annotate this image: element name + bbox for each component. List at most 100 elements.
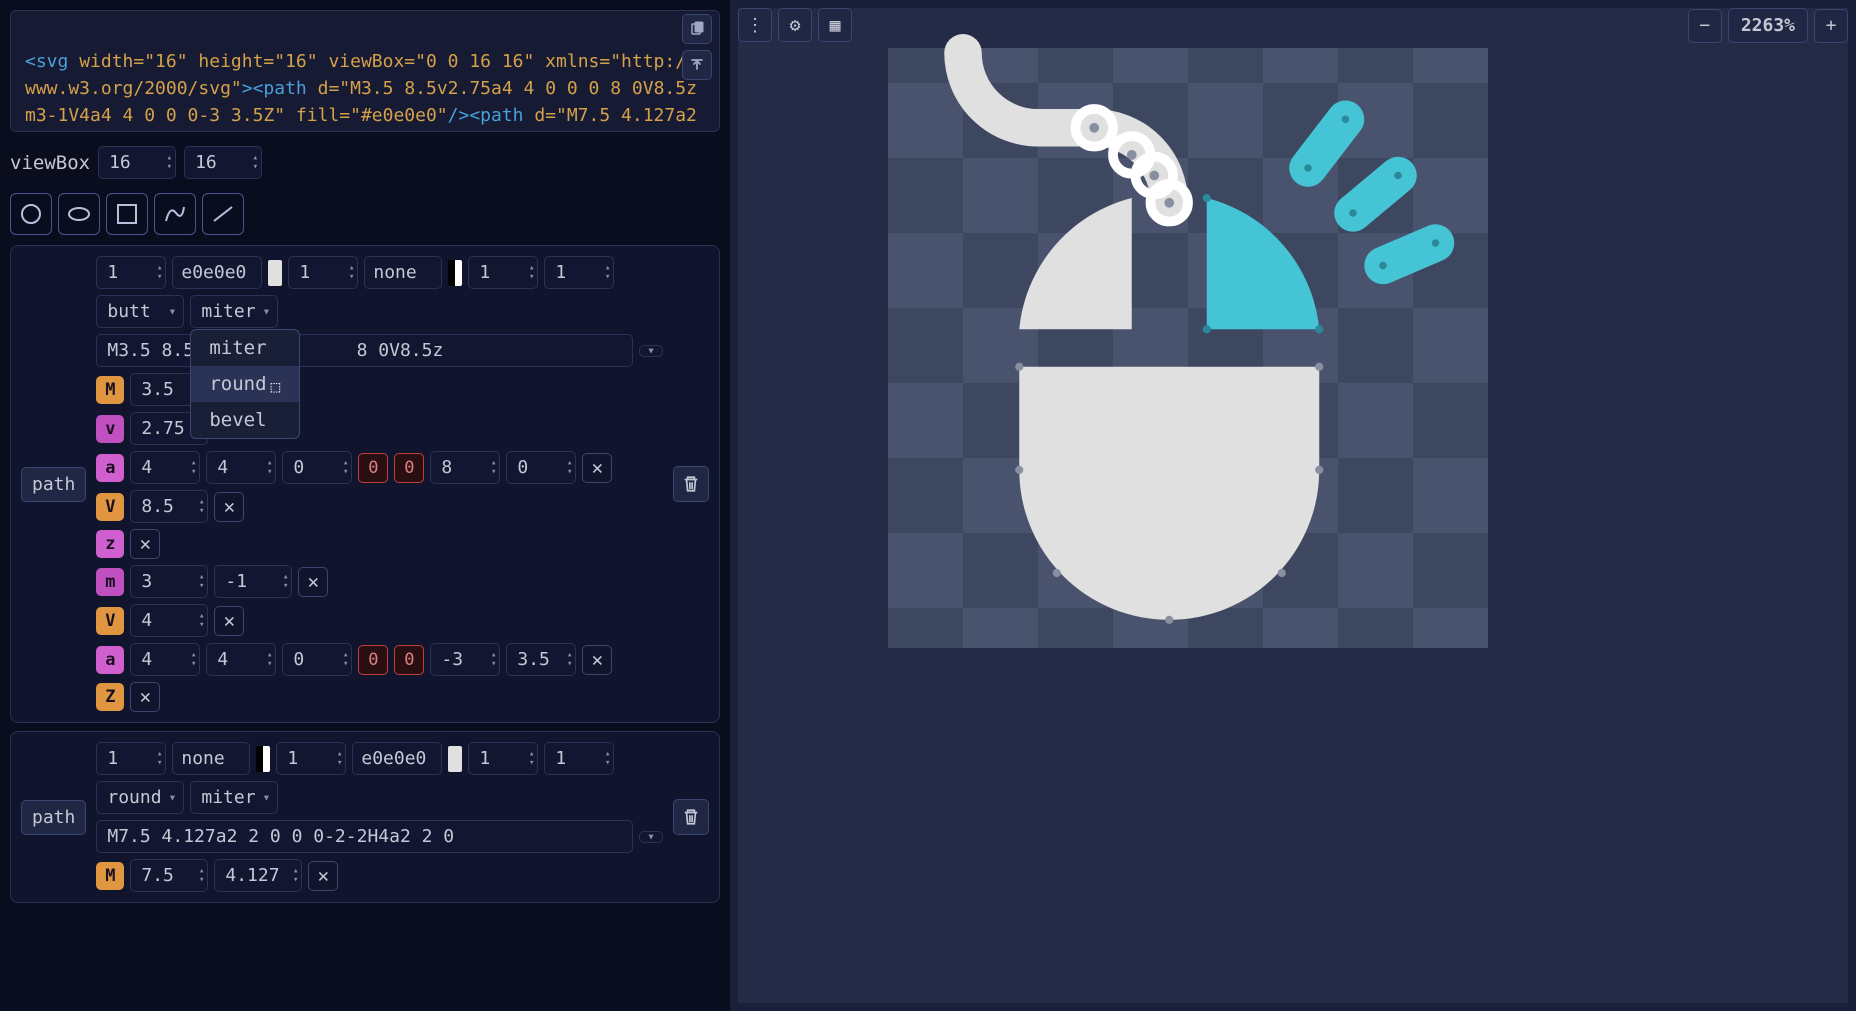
cmd-arg-input[interactable] bbox=[282, 451, 352, 484]
stroke-width-input[interactable] bbox=[468, 256, 538, 289]
path-d-preview[interactable]: M7.5 4.127a2 2 0 0 0-2-2H4a2 2 0 bbox=[96, 820, 633, 853]
cmd-arg-input[interactable] bbox=[130, 643, 200, 676]
stroke-swatch[interactable] bbox=[448, 746, 462, 772]
cmd-arg-input[interactable] bbox=[130, 451, 200, 484]
cmd-letter[interactable]: M bbox=[96, 862, 124, 890]
cmd-letter[interactable]: a bbox=[96, 646, 124, 674]
cmd-arg-input[interactable] bbox=[130, 604, 208, 637]
cmd-arg-input[interactable] bbox=[214, 859, 302, 892]
cmd-arg-input[interactable] bbox=[206, 643, 276, 676]
copy-button[interactable] bbox=[682, 14, 712, 44]
path-editor-scroll[interactable]: path ▴▾ ▴▾ ▴▾ ▴▾ butt miter bbox=[0, 245, 730, 1011]
viewbox-height-input[interactable] bbox=[184, 146, 262, 179]
stroke-color-input[interactable] bbox=[352, 742, 442, 775]
dropdown-option-miter[interactable]: miter bbox=[191, 330, 299, 366]
circle-tool[interactable] bbox=[10, 193, 52, 235]
delete-command-button[interactable]: ✕ bbox=[298, 567, 328, 597]
dropdown-option-round[interactable]: round⬚ bbox=[191, 366, 299, 402]
cmd-arg-input[interactable] bbox=[214, 565, 292, 598]
spinner-icon[interactable]: ▴▾ bbox=[167, 148, 172, 177]
delete-command-button[interactable]: ✕ bbox=[130, 529, 160, 559]
zoom-level[interactable]: 2263% bbox=[1728, 8, 1808, 43]
cmd-arg-input[interactable] bbox=[130, 565, 208, 598]
path-block: path ▴▾ ▴▾ ▴▾ ▴▾ butt miter bbox=[10, 245, 720, 723]
path-block: path ▴▾ ▴▾ ▴▾ ▴▾ round miter M7.5 bbox=[10, 731, 720, 903]
menu-button[interactable]: ⋮ bbox=[738, 8, 772, 42]
path-type-label[interactable]: path bbox=[21, 467, 86, 502]
path-d-collapse[interactable] bbox=[639, 831, 663, 843]
line-icon bbox=[210, 201, 236, 227]
canvas-area[interactable] bbox=[738, 8, 1848, 1003]
trash-icon bbox=[682, 475, 700, 493]
delete-path-button[interactable] bbox=[673, 799, 709, 835]
stroke-color-input[interactable] bbox=[364, 256, 442, 289]
path-d-collapse[interactable] bbox=[639, 345, 663, 357]
cmd-letter[interactable]: v bbox=[96, 415, 124, 443]
delete-command-button[interactable]: ✕ bbox=[130, 682, 160, 712]
cmd-arg-input[interactable] bbox=[282, 643, 352, 676]
path-type-label[interactable]: path bbox=[21, 800, 86, 835]
delete-command-button[interactable]: ✕ bbox=[214, 606, 244, 636]
menu-icon: ⋮ bbox=[746, 15, 764, 36]
viewbox-width-input[interactable] bbox=[98, 146, 176, 179]
cmd-arg-input[interactable] bbox=[130, 490, 208, 523]
ellipse-tool[interactable] bbox=[58, 193, 100, 235]
linejoin-select[interactable]: miter bbox=[190, 781, 278, 814]
cmd-letter[interactable]: V bbox=[96, 493, 124, 521]
opacity-input[interactable] bbox=[96, 256, 166, 289]
stroke-swatch[interactable] bbox=[448, 260, 462, 286]
cmd-letter[interactable]: a bbox=[96, 454, 124, 482]
gear-icon: ⚙ bbox=[790, 15, 801, 36]
arc-flag-button[interactable]: 0 bbox=[358, 645, 388, 675]
linecap-select[interactable]: round bbox=[96, 781, 184, 814]
fill-color-input[interactable] bbox=[172, 742, 250, 775]
fill-opacity-input[interactable] bbox=[276, 742, 346, 775]
opacity-input[interactable] bbox=[96, 742, 166, 775]
shape-tool-row bbox=[0, 193, 730, 245]
settings-button[interactable]: ⚙ bbox=[778, 8, 812, 42]
cmd-letter[interactable]: Z bbox=[96, 683, 124, 711]
delete-command-button[interactable]: ✕ bbox=[308, 861, 338, 891]
stroke-width-input[interactable] bbox=[468, 742, 538, 775]
path-d-preview[interactable]: M3.5 8.5v2_____________8 0V8.5z bbox=[96, 334, 633, 367]
cmd-arg-input[interactable] bbox=[430, 643, 500, 676]
cmd-arg-input[interactable] bbox=[506, 643, 576, 676]
cmd-letter[interactable]: z bbox=[96, 530, 124, 558]
cmd-arg-input[interactable] bbox=[430, 451, 500, 484]
linejoin-select[interactable]: miter bbox=[190, 295, 278, 328]
zoom-in-button[interactable]: + bbox=[1814, 9, 1848, 43]
svg-source-code[interactable]: <svg width="16" height="16" viewBox="0 0… bbox=[10, 10, 720, 132]
cmd-arg-input[interactable] bbox=[506, 451, 576, 484]
copy-icon bbox=[689, 21, 705, 37]
line-tool[interactable] bbox=[202, 193, 244, 235]
cmd-letter[interactable]: M bbox=[96, 376, 124, 404]
fill-color-input[interactable] bbox=[172, 256, 262, 289]
ellipse-icon bbox=[66, 201, 92, 227]
linecap-select[interactable]: butt bbox=[96, 295, 184, 328]
delete-command-button[interactable]: ✕ bbox=[214, 492, 244, 522]
curve-tool[interactable] bbox=[154, 193, 196, 235]
rect-tool[interactable] bbox=[106, 193, 148, 235]
delete-command-button[interactable]: ✕ bbox=[582, 453, 612, 483]
fill-swatch[interactable] bbox=[268, 260, 282, 286]
arc-flag-button[interactable]: 0 bbox=[358, 453, 388, 483]
grid-button[interactable]: ▦ bbox=[818, 8, 852, 42]
upload-button[interactable] bbox=[682, 50, 712, 80]
delete-command-button[interactable]: ✕ bbox=[582, 645, 612, 675]
dropdown-option-bevel[interactable]: bevel bbox=[191, 402, 299, 438]
cmd-letter[interactable]: m bbox=[96, 568, 124, 596]
zoom-out-button[interactable]: − bbox=[1688, 9, 1722, 43]
viewbox-label: viewBox bbox=[10, 152, 90, 174]
stroke-opacity-input[interactable] bbox=[544, 742, 614, 775]
stroke-opacity-input[interactable] bbox=[544, 256, 614, 289]
arc-flag-button[interactable]: 0 bbox=[394, 645, 424, 675]
cmd-arg-input[interactable] bbox=[130, 859, 208, 892]
cmd-letter[interactable]: V bbox=[96, 607, 124, 635]
arc-flag-button[interactable]: 0 bbox=[394, 453, 424, 483]
upload-icon bbox=[689, 57, 705, 73]
fill-opacity-input[interactable] bbox=[288, 256, 358, 289]
spinner-icon[interactable]: ▴▾ bbox=[253, 148, 258, 177]
cmd-arg-input[interactable] bbox=[206, 451, 276, 484]
delete-path-button[interactable] bbox=[673, 466, 709, 502]
fill-swatch[interactable] bbox=[256, 746, 270, 772]
